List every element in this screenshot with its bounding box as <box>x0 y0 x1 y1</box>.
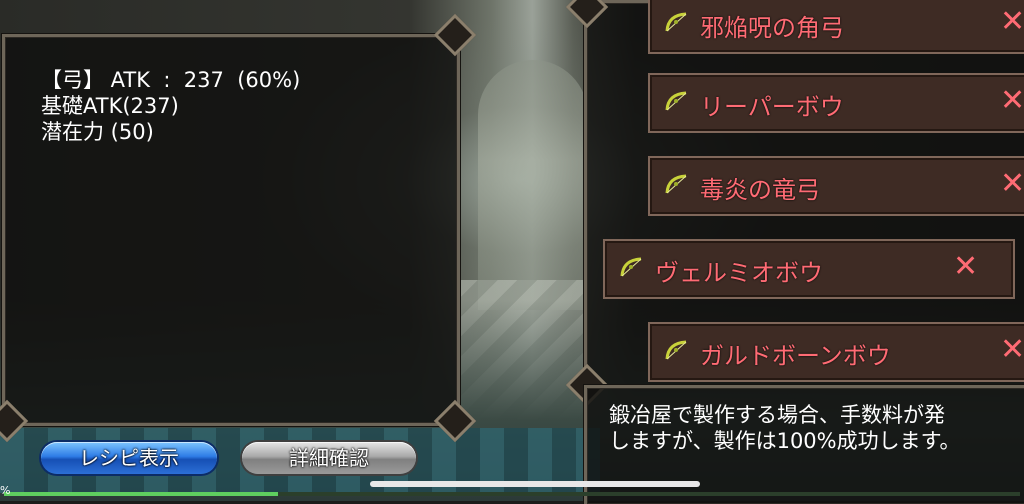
info-line: 鍛冶屋で製作する場合、手数料が発 <box>609 403 945 427</box>
info-line: しますが、製作は100%成功します。 <box>609 429 961 453</box>
bow-list-item[interactable]: 毒炎の竜弓 ✕ <box>648 156 1024 216</box>
remove-icon[interactable]: ✕ <box>1000 167 1024 201</box>
progress-fill <box>4 492 279 496</box>
bow-icon <box>665 174 687 194</box>
stats-text: 【弓】 ATK : 237 (60%) 基礎ATK(237) 潜在力 (50) <box>41 67 300 145</box>
bow-icon <box>620 257 642 277</box>
bow-icon <box>665 12 687 32</box>
percent-label: % <box>0 484 11 497</box>
bow-icon <box>665 340 687 360</box>
bow-icon <box>665 91 687 111</box>
progress-bar <box>4 492 1020 496</box>
bow-name: ヴェルミオボウ <box>655 259 823 287</box>
info-text: 鍛冶屋で製作する場合、手数料が発 しますが、製作は100%成功します。 <box>609 402 961 454</box>
weapon-stats-panel: 【弓】 ATK : 237 (60%) 基礎ATK(237) 潜在力 (50) <box>2 34 460 426</box>
bow-list-item-selected[interactable]: ヴェルミオボウ ✕ <box>603 239 1015 299</box>
bow-list-item[interactable]: 邪焔呪の角弓 ✕ <box>648 0 1024 54</box>
potential-line: 潜在力 (50) <box>41 120 154 144</box>
bow-name: ガルドボーンボウ <box>700 342 891 370</box>
home-indicator[interactable] <box>370 481 700 487</box>
bow-name: 邪焔呪の角弓 <box>700 14 844 42</box>
bow-list-item[interactable]: ガルドボーンボウ ✕ <box>648 322 1024 382</box>
view-details-button[interactable]: 詳細確認 <box>242 442 416 474</box>
bow-list-item[interactable]: リーパーボウ ✕ <box>648 73 1024 133</box>
remove-icon[interactable]: ✕ <box>1000 84 1024 118</box>
remove-icon[interactable]: ✕ <box>1000 5 1024 39</box>
bow-name: 毒炎の竜弓 <box>700 176 820 204</box>
remove-icon[interactable]: ✕ <box>953 250 978 284</box>
remove-icon[interactable]: ✕ <box>1000 333 1024 367</box>
bow-name: リーパーボウ <box>700 93 844 121</box>
show-recipe-button[interactable]: レシピ表示 <box>41 442 217 474</box>
background-gate <box>478 60 588 310</box>
atk-line: 【弓】 ATK : 237 (60%) <box>41 68 301 92</box>
base-atk-line: 基礎ATK(237) <box>41 94 179 118</box>
